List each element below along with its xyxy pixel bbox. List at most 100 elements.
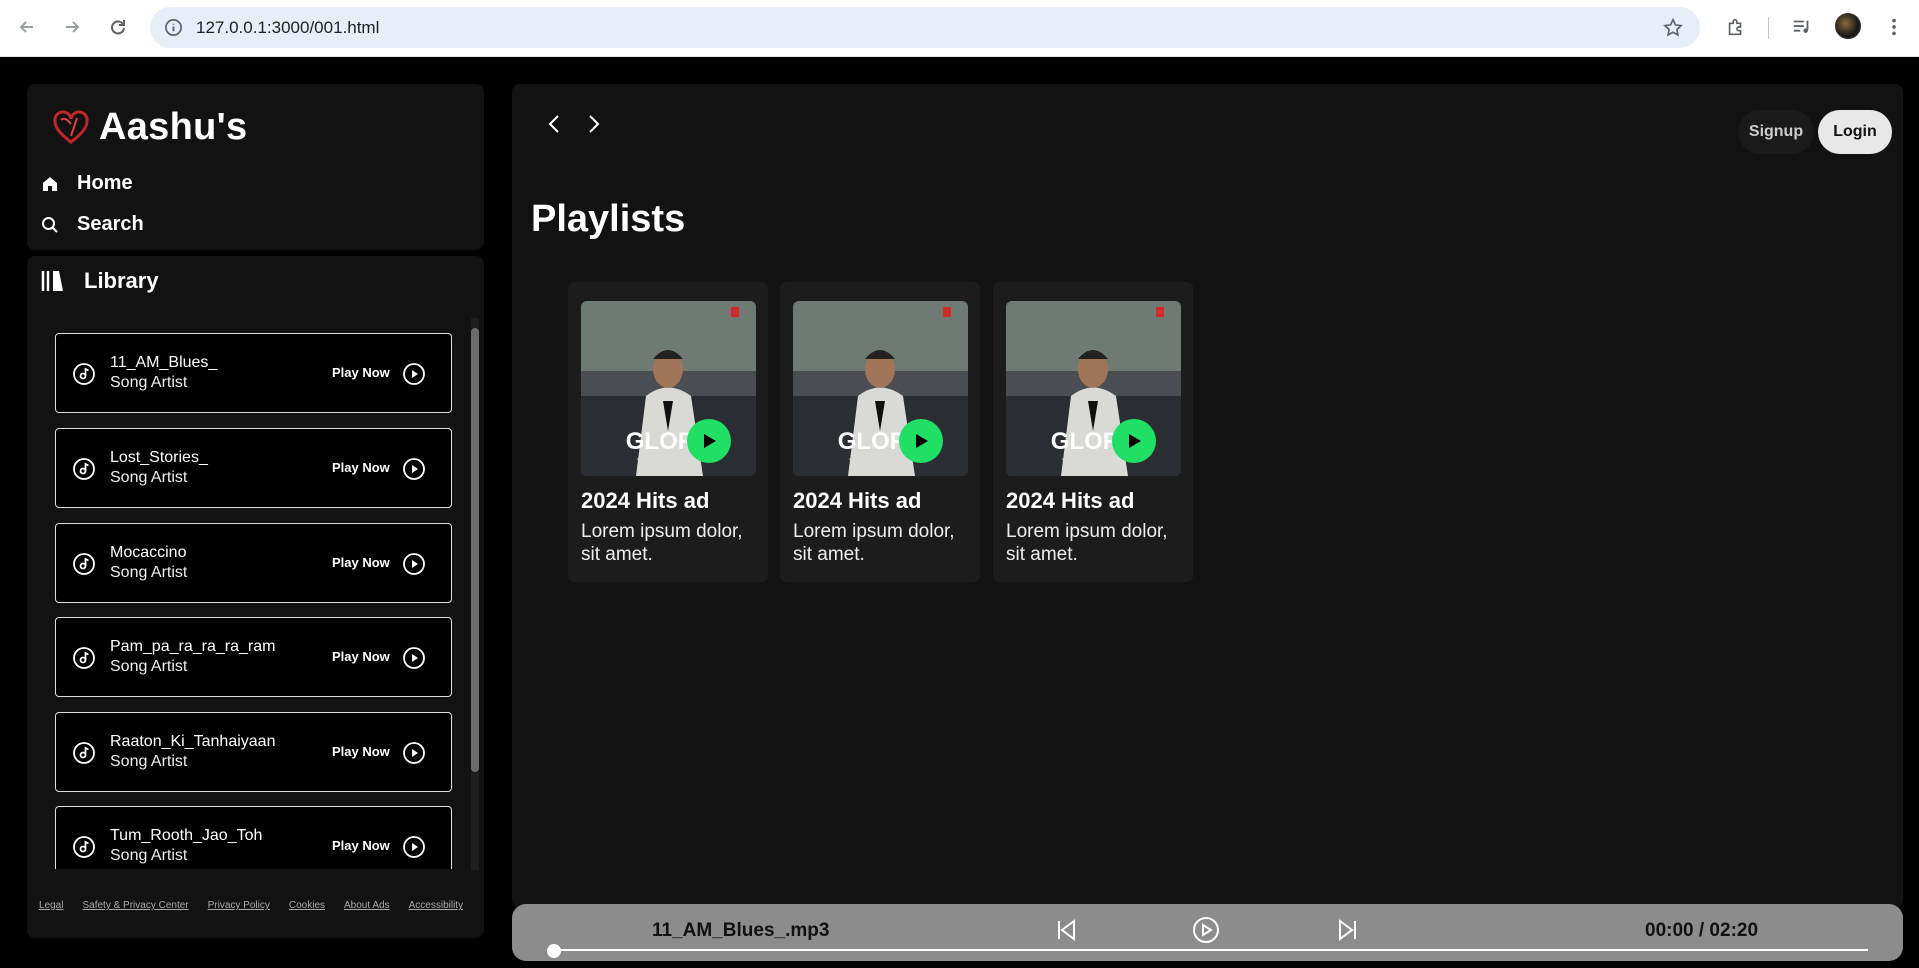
playback-time: 00:00 / 02:20 bbox=[1645, 920, 1759, 941]
song-card[interactable]: Lost_Stories_ Song Artist Play Now bbox=[55, 428, 452, 508]
back-button[interactable] bbox=[12, 12, 42, 42]
sidebar-item-home[interactable]: Home bbox=[41, 172, 133, 195]
play-button[interactable] bbox=[899, 419, 943, 463]
play-now-label[interactable]: Play Now bbox=[332, 649, 390, 664]
main-header: Signup Login bbox=[512, 84, 1903, 178]
song-artist: Song Artist bbox=[110, 847, 188, 864]
song-artist: Song Artist bbox=[110, 469, 188, 486]
play-circle-icon[interactable] bbox=[402, 835, 426, 859]
song-list[interactable]: 11_AM_Blues_ Song Artist Play Now Lost_S… bbox=[55, 333, 453, 869]
music-disc-icon bbox=[73, 458, 95, 480]
extensions-button[interactable] bbox=[1721, 12, 1751, 42]
library-icon bbox=[41, 271, 63, 291]
chevron-left-icon[interactable] bbox=[543, 112, 567, 136]
song-name: Pam_pa_ra_ra_ra_ram bbox=[110, 638, 276, 655]
playlist-description: Lorem ipsum dolor, sit amet. bbox=[1006, 521, 1168, 565]
play-pause-icon[interactable] bbox=[1192, 916, 1220, 944]
library-label: Library bbox=[84, 268, 159, 293]
song-name: 11_AM_Blues_ bbox=[110, 354, 218, 371]
play-now-label[interactable]: Play Now bbox=[332, 744, 390, 759]
queue-music-icon bbox=[1793, 20, 1809, 33]
play-circle-icon[interactable] bbox=[402, 362, 426, 386]
play-now-label[interactable]: Play Now bbox=[332, 838, 390, 853]
music-disc-icon bbox=[73, 836, 95, 858]
playlist-title: 2024 Hits ad bbox=[581, 488, 710, 513]
play-circle-icon[interactable] bbox=[402, 552, 426, 576]
music-disc-icon bbox=[73, 553, 95, 575]
library-header[interactable]: Library bbox=[40, 268, 159, 294]
song-name: Lost_Stories_ bbox=[110, 449, 208, 466]
play-now-label[interactable]: Play Now bbox=[332, 460, 390, 475]
media-control-button[interactable] bbox=[1787, 12, 1817, 42]
sidebar-item-search[interactable]: Search bbox=[41, 213, 144, 236]
play-button[interactable] bbox=[1112, 419, 1156, 463]
song-card[interactable]: Tum_Rooth_Jao_Toh Song Artist Play Now bbox=[55, 806, 452, 869]
play-circle-icon[interactable] bbox=[402, 741, 426, 765]
song-artist: Song Artist bbox=[110, 753, 188, 770]
play-now-label[interactable]: Play Now bbox=[332, 555, 390, 570]
song-name: Raaton_Ki_Tanhaiyaan bbox=[110, 733, 276, 750]
album-art-image: GLORY YO YO HONEY SINGH bbox=[1006, 301, 1181, 476]
play-icon bbox=[916, 434, 928, 448]
footer-link-accessibility[interactable]: Accessibility bbox=[409, 900, 463, 911]
footer-link-ads[interactable]: About Ads bbox=[344, 900, 390, 911]
page-title: Playlists bbox=[531, 198, 686, 240]
play-button[interactable] bbox=[687, 419, 731, 463]
sidebar-nav-panel: Aashu's Home Search bbox=[27, 84, 484, 250]
footer-link-privacy[interactable]: Privacy Policy bbox=[208, 900, 270, 911]
play-circle-icon[interactable] bbox=[402, 646, 426, 670]
album-art-image: GLORY YO YO HONEY SINGH bbox=[793, 301, 968, 476]
heart-logo-icon bbox=[53, 109, 89, 144]
song-card[interactable]: Pam_pa_ra_ra_ra_ram Song Artist Play Now bbox=[55, 617, 452, 697]
forward-button[interactable] bbox=[57, 12, 87, 42]
playlist-card[interactable]: GLORY YO YO HONEY SINGH 2024 Hits ad Lor… bbox=[780, 282, 980, 582]
play-circle-icon[interactable] bbox=[402, 457, 426, 481]
library-scrollbar[interactable] bbox=[469, 318, 479, 870]
info-icon[interactable] bbox=[164, 18, 183, 37]
song-card[interactable]: 11_AM_Blues_ Song Artist Play Now bbox=[55, 333, 452, 413]
play-now-label[interactable]: Play Now bbox=[332, 365, 390, 380]
signup-button[interactable]: Signup bbox=[1738, 110, 1814, 154]
url-text[interactable]: 127.0.0.1:3000/001.html bbox=[196, 18, 379, 38]
now-playing-track: 11_AM_Blues_.mp3 bbox=[652, 920, 830, 941]
chevron-right-icon[interactable] bbox=[581, 112, 605, 136]
scrollbar-thumb[interactable] bbox=[471, 328, 479, 772]
toolbar-divider bbox=[1768, 17, 1769, 39]
browser-menu-button[interactable] bbox=[1879, 12, 1909, 42]
next-track-icon[interactable] bbox=[1334, 916, 1362, 944]
song-artist: Song Artist bbox=[110, 658, 188, 675]
player-bar: 11_AM_Blues_.mp3 00:00 / 02:20 bbox=[512, 904, 1903, 961]
profile-avatar[interactable] bbox=[1835, 13, 1861, 39]
sidebar-item-label: Home bbox=[77, 172, 133, 194]
library-panel: Library 11_AM_Blues_ Song Artist Play No… bbox=[27, 256, 484, 938]
playlist-title: 2024 Hits ad bbox=[1006, 488, 1135, 513]
seek-handle[interactable] bbox=[547, 944, 561, 958]
song-artist: Song Artist bbox=[110, 374, 188, 391]
playlist-cover: GLORY YO YO HONEY SINGH bbox=[793, 301, 968, 476]
svg-text:YO YO HONEY SINGH: YO YO HONEY SINGH bbox=[1062, 459, 1124, 465]
bookmark-star-icon[interactable] bbox=[1662, 17, 1684, 39]
footer-link-legal[interactable]: Legal bbox=[39, 900, 63, 911]
logo[interactable]: Aashu's bbox=[51, 106, 247, 149]
playlist-card[interactable]: GLORY YO YO HONEY SINGH 2024 Hits ad Lor… bbox=[568, 282, 768, 582]
footer-link-cookies[interactable]: Cookies bbox=[289, 900, 325, 911]
seek-bar[interactable] bbox=[552, 949, 1868, 951]
more-vertical-icon bbox=[1892, 18, 1896, 36]
playlist-cover: GLORY YO YO HONEY SINGH bbox=[581, 301, 756, 476]
footer-link-safety[interactable]: Safety & Privacy Center bbox=[82, 900, 188, 911]
address-bar[interactable]: 127.0.0.1:3000/001.html bbox=[150, 7, 1700, 48]
song-artist: Song Artist bbox=[110, 564, 188, 581]
song-card[interactable]: Mocaccino Song Artist Play Now bbox=[55, 523, 452, 603]
playlist-title: 2024 Hits ad bbox=[793, 488, 922, 513]
brand-name: Aashu's bbox=[99, 106, 248, 148]
login-button[interactable]: Login bbox=[1818, 110, 1892, 154]
reload-icon bbox=[111, 20, 125, 35]
sidebar-item-label: Search bbox=[77, 213, 144, 235]
song-card[interactable]: Raaton_Ki_Tanhaiyaan Song Artist Play No… bbox=[55, 712, 452, 792]
browser-toolbar: 127.0.0.1:3000/001.html bbox=[0, 0, 1919, 57]
reload-button[interactable] bbox=[103, 12, 133, 42]
previous-track-icon[interactable] bbox=[1052, 916, 1080, 944]
playlist-card[interactable]: GLORY YO YO HONEY SINGH 2024 Hits ad Lor… bbox=[993, 282, 1193, 582]
arrow-right-icon bbox=[66, 21, 80, 33]
album-art-image: GLORY YO YO HONEY SINGH bbox=[581, 301, 756, 476]
